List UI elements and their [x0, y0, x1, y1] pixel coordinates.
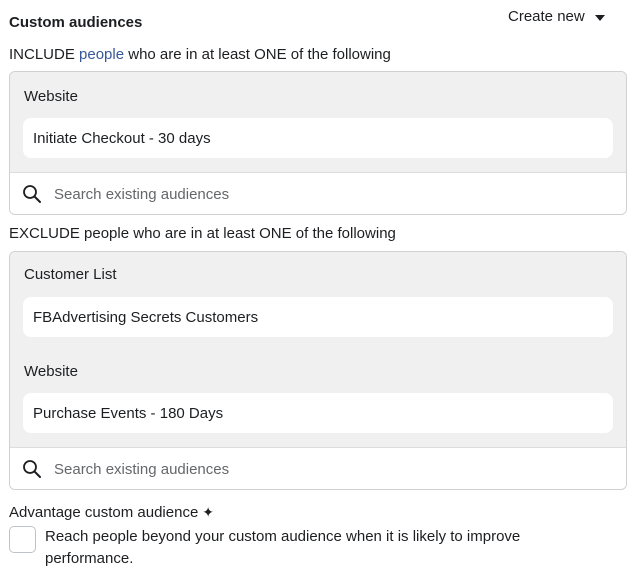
sparkle-icon: ✦ [202, 504, 215, 520]
section-title: Custom audiences [9, 14, 143, 31]
advantage-custom-audience-label: Advantage custom audience ✦ [9, 504, 214, 521]
custom-audiences-panel: Custom audiences Create new INCLUDE peop… [0, 0, 640, 575]
create-new-dropdown[interactable]: Create new [508, 8, 605, 25]
include-search-input[interactable] [54, 185, 574, 203]
caret-down-icon [594, 14, 605, 21]
search-icon [22, 459, 42, 479]
exclude-group-label-website: Website [24, 363, 78, 380]
include-suffix: who are in at least ONE of the following [124, 46, 391, 63]
audience-chip[interactable]: FBAdvertising Secrets Customers [23, 297, 613, 337]
include-selected-group: Website Initiate Checkout - 30 days [10, 72, 626, 173]
exclude-search-row[interactable] [10, 448, 626, 489]
exclude-group-label-customer-list: Customer List [24, 266, 117, 283]
exclude-rule-label: EXCLUDE people who are in at least ONE o… [9, 225, 396, 242]
include-prefix: INCLUDE [9, 46, 80, 63]
exclude-selected-groups: Customer List FBAdvertising Secrets Cust… [10, 252, 626, 448]
audience-chip[interactable]: Initiate Checkout - 30 days [23, 118, 613, 158]
audience-chip[interactable]: Purchase Events - 180 Days [23, 393, 613, 433]
include-rule-label: INCLUDE people who are in at least ONE o… [9, 46, 391, 63]
advantage-label-text: Advantage custom audience [9, 504, 199, 521]
include-audience-box: Website Initiate Checkout - 30 days [9, 71, 627, 215]
include-group-label: Website [24, 88, 78, 105]
exclude-search-input[interactable] [54, 460, 574, 478]
create-new-label: Create new [508, 8, 585, 25]
search-icon [22, 184, 42, 204]
people-link[interactable]: people [79, 46, 124, 63]
include-search-row[interactable] [10, 173, 626, 214]
exclude-audience-box: Customer List FBAdvertising Secrets Cust… [9, 251, 627, 490]
advantage-checkbox[interactable] [9, 526, 36, 553]
advantage-description: Reach people beyond your custom audience… [45, 528, 521, 567]
